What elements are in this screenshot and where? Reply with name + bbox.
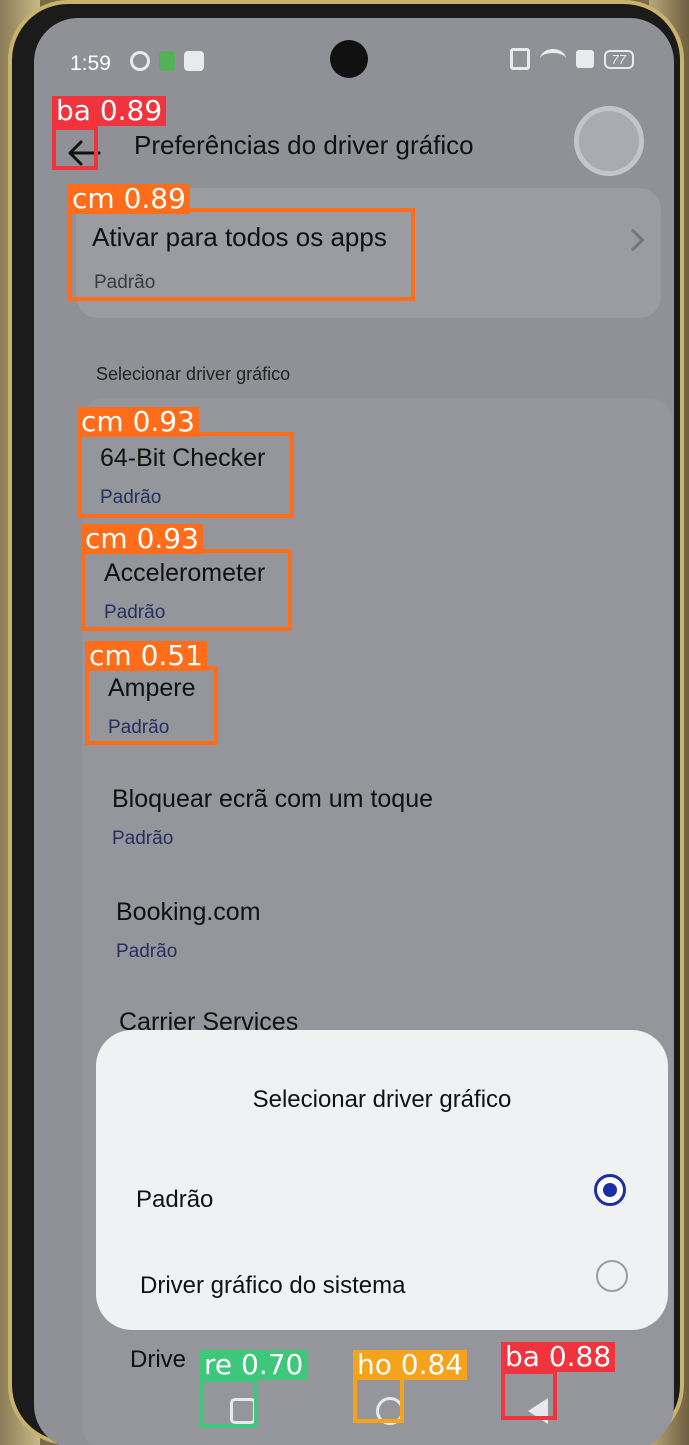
list-item[interactable]: Accelerometer Padrão bbox=[104, 559, 265, 624]
detection-label: ho 0.84 bbox=[353, 1350, 468, 1380]
android-icon bbox=[159, 51, 175, 71]
app-driver-value: Padrão bbox=[116, 941, 178, 962]
app-name: 64-Bit Checker bbox=[100, 444, 266, 472]
arrow-left-icon bbox=[68, 140, 101, 166]
partial-list-item: Drive bbox=[130, 1346, 187, 1373]
app-name: Ampere bbox=[108, 674, 196, 702]
no-sim-icon bbox=[575, 50, 594, 68]
app-name: Booking.com bbox=[116, 898, 261, 926]
circle-icon bbox=[376, 1397, 404, 1425]
detection-label: ba 0.88 bbox=[501, 1342, 616, 1372]
detection-label: cm 0.51 bbox=[85, 641, 207, 671]
section-label: Selecionar driver gráfico bbox=[96, 364, 291, 384]
vpn-icon bbox=[130, 51, 150, 71]
option-label: Padrão bbox=[136, 1186, 214, 1213]
app-driver-value: Padrão bbox=[108, 717, 170, 738]
driver-select-dialog: Selecionar driver gráfico Padrão Driver … bbox=[96, 1030, 668, 1330]
recents-button[interactable] bbox=[220, 1388, 266, 1434]
app-name: Bloquear ecrã com um toque bbox=[112, 785, 434, 813]
app-driver-value: Padrão bbox=[100, 487, 162, 508]
enable-all-value: Padrão bbox=[94, 272, 156, 293]
detection-label: cm 0.89 bbox=[68, 184, 190, 214]
page-title: Preferências do driver gráfico bbox=[134, 130, 474, 160]
detection-label: re 0.70 bbox=[200, 1350, 308, 1380]
chevron-right-icon bbox=[621, 228, 645, 252]
battery-icon: 77 bbox=[603, 49, 634, 69]
detection-label: cm 0.93 bbox=[77, 407, 199, 437]
square-icon bbox=[230, 1398, 256, 1424]
detection-label: cm 0.93 bbox=[81, 524, 203, 554]
notification-icons bbox=[130, 51, 204, 71]
dialog-title: Selecionar driver gráfico bbox=[252, 1086, 512, 1113]
app-driver-value: Padrão bbox=[104, 602, 166, 623]
option-label: Driver gráfico do sistema bbox=[140, 1272, 406, 1299]
triangle-back-icon bbox=[528, 1398, 548, 1424]
app-header: Preferências do driver gráfico bbox=[34, 106, 674, 188]
app-name: Accelerometer bbox=[104, 559, 266, 587]
back-button[interactable] bbox=[62, 133, 106, 173]
list-item[interactable]: Ampere Padrão bbox=[108, 674, 196, 739]
app-driver-value: Padrão bbox=[112, 828, 174, 849]
radio-selected-icon[interactable] bbox=[594, 1174, 626, 1206]
status-bar: 1:59 77 bbox=[34, 18, 674, 88]
screen: 1:59 77 Preferências do driver gráfico A… bbox=[34, 18, 674, 1445]
list-item[interactable]: Booking.com Padrão bbox=[116, 898, 261, 963]
list-item[interactable]: 64-Bit Checker Padrão bbox=[100, 444, 265, 509]
list-item[interactable]: Bloquear ecrã com um toque Padrão bbox=[112, 785, 433, 850]
status-time: 1:59 bbox=[70, 52, 111, 75]
nfc-icon bbox=[509, 48, 530, 70]
navigation-bar bbox=[34, 1378, 674, 1445]
floating-ball[interactable] bbox=[574, 106, 644, 176]
nav-back-button[interactable] bbox=[515, 1388, 561, 1434]
wifi-icon bbox=[539, 49, 566, 69]
home-button[interactable] bbox=[367, 1388, 413, 1434]
detection-label: ba 0.89 bbox=[52, 96, 167, 126]
system-icons: 77 bbox=[509, 48, 634, 70]
phone-frame: 1:59 77 Preferências do driver gráfico A… bbox=[8, 0, 684, 1445]
radio-unselected-icon[interactable] bbox=[596, 1260, 628, 1292]
front-camera bbox=[330, 40, 368, 78]
app-notification-icon bbox=[184, 51, 204, 71]
enable-all-title: Ativar para todos os apps bbox=[92, 222, 387, 252]
